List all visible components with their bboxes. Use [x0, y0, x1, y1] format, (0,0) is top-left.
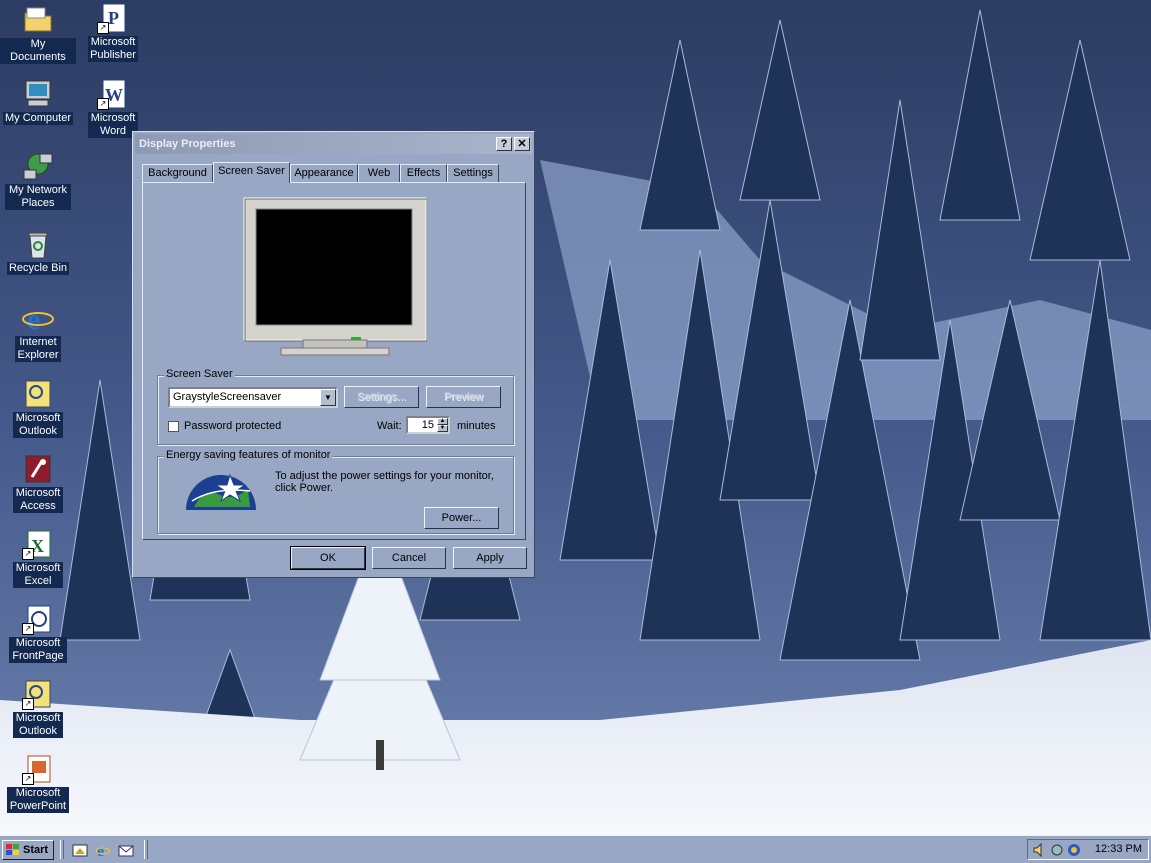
wait-unit-label: minutes	[457, 420, 496, 432]
power-button[interactable]: Power...	[424, 507, 499, 529]
desktop-icon-label: Microsoft Outlook	[13, 712, 63, 738]
desktop-icon-label: Microsoft Access	[13, 487, 63, 513]
taskbar-grip[interactable]	[144, 840, 148, 859]
tab-screen-saver[interactable]: Screen Saver	[213, 162, 290, 183]
tab-background[interactable]: Background	[142, 164, 213, 182]
desktop-icon-label: Internet Explorer	[15, 336, 61, 362]
desktop-icon-my-documents[interactable]: My Documents	[0, 4, 76, 64]
volume-icon[interactable]	[1032, 842, 1048, 858]
shortcut-arrow-icon: ↗	[97, 22, 109, 34]
desktop-icon-microsoft-outlook-2[interactable]: ↗ Microsoft Outlook	[0, 678, 76, 738]
desktop-icon-label: My Computer	[2, 112, 74, 125]
shortcut-arrow-icon: ↗	[22, 698, 34, 710]
status-tray-icon[interactable]	[1066, 842, 1082, 858]
desktop-icon-microsoft-excel[interactable]: X ↗ Microsoft Excel	[0, 528, 76, 588]
desktop-icon-my-computer[interactable]: My Computer	[0, 78, 76, 125]
tab-effects[interactable]: Effects	[400, 164, 447, 182]
shortcut-arrow-icon: ↗	[22, 548, 34, 560]
preview-button[interactable]: Preview	[426, 386, 501, 408]
energy-star-logo-icon	[184, 467, 258, 511]
desktop-icon-microsoft-publisher[interactable]: P ↗ Microsoft Publisher	[75, 2, 151, 62]
desktop-icon-label: Recycle Bin	[6, 262, 70, 275]
word-icon: W ↗	[97, 78, 129, 110]
start-label: Start	[23, 844, 49, 856]
desktop-icon-label: Microsoft FrontPage	[9, 637, 67, 663]
help-button[interactable]: ?	[496, 137, 512, 151]
recycle-bin-icon	[22, 228, 54, 260]
desktop-icon-label: Microsoft Outlook	[13, 412, 63, 438]
windows-logo-icon	[6, 844, 20, 856]
system-tray: 12:33 PM	[1027, 839, 1149, 860]
desktop-icon-microsoft-outlook[interactable]: Microsoft Outlook	[0, 378, 76, 438]
dialog-title: Display Properties	[139, 138, 236, 150]
taskbar: Start e 12:33 PM	[0, 835, 1151, 863]
spin-down-icon[interactable]: ▼	[437, 425, 448, 432]
desktop-icon-microsoft-word[interactable]: W ↗ Microsoft Word	[75, 78, 151, 138]
energy-group-label: Energy saving features of monitor	[164, 449, 333, 461]
taskbar-grip[interactable]	[60, 840, 64, 859]
energy-text-line1: To adjust the power settings for your mo…	[275, 470, 494, 482]
desktop-icon-label: Microsoft Excel	[13, 562, 63, 588]
close-button[interactable]: ✕	[514, 137, 530, 151]
wait-spinner[interactable]: 15 ▲ ▼	[406, 416, 450, 434]
password-label: Password protected	[184, 420, 282, 432]
publisher-icon: P ↗	[97, 2, 129, 34]
desktop-icon-label: My Documents	[0, 38, 76, 64]
shortcut-arrow-icon: ↗	[97, 98, 109, 110]
spin-up-icon[interactable]: ▲	[437, 418, 448, 425]
screen-saver-group: Screen Saver GraystyleScreensaver ▼ Sett…	[157, 368, 514, 445]
desktop-icon-internet-explorer[interactable]: e Internet Explorer	[0, 302, 76, 362]
network-icon	[22, 150, 54, 182]
svg-text:e: e	[27, 303, 40, 334]
ie-icon: e	[22, 302, 54, 336]
powerpoint-icon: ↗	[22, 753, 54, 785]
outlook-icon: ↗	[22, 678, 54, 710]
chevron-down-icon[interactable]: ▼	[320, 389, 336, 406]
desktop-icon-recycle-bin[interactable]: Recycle Bin	[0, 228, 76, 275]
clock[interactable]: 12:33 PM	[1095, 843, 1142, 855]
shortcut-arrow-icon: ↗	[22, 773, 34, 785]
cancel-button[interactable]: Cancel	[372, 547, 446, 569]
tab-appearance[interactable]: Appearance	[290, 164, 358, 182]
tab-settings[interactable]: Settings	[447, 164, 499, 182]
shortcut-arrow-icon: ↗	[22, 623, 34, 635]
wait-value[interactable]: 15	[422, 419, 434, 431]
energy-text-line2: click Power.	[275, 482, 334, 494]
desktop-icon-label: Microsoft PowerPoint	[7, 787, 69, 813]
excel-icon: X ↗	[22, 528, 54, 560]
desktop-icon-microsoft-frontpage[interactable]: ↗ Microsoft FrontPage	[0, 603, 76, 663]
outlook-icon	[22, 378, 54, 410]
settings-button[interactable]: Settings...	[344, 386, 419, 408]
outlook-express-quicklaunch-icon[interactable]	[118, 842, 134, 858]
dialog-titlebar[interactable]: Display Properties ? ✕	[135, 134, 532, 154]
screensaver-select[interactable]: GraystyleScreensaver ▼	[168, 387, 338, 408]
monitor-preview	[243, 197, 428, 359]
access-icon	[22, 453, 54, 485]
desktop-icon-microsoft-powerpoint[interactable]: ↗ Microsoft PowerPoint	[0, 753, 76, 813]
screen-saver-panel: Screen Saver GraystyleScreensaver ▼ Sett…	[142, 182, 526, 540]
desktop-icon-microsoft-access[interactable]: Microsoft Access	[0, 453, 76, 513]
frontpage-icon: ↗	[22, 603, 54, 635]
desktop-icon-label: Microsoft Word	[88, 112, 138, 138]
computer-icon	[22, 78, 54, 110]
apply-button[interactable]: Apply	[453, 547, 527, 569]
password-checkbox[interactable]	[168, 421, 179, 432]
folder-icon	[22, 4, 54, 36]
desktop-icon-my-network-places[interactable]: My Network Places	[0, 150, 76, 210]
screen-saver-group-label: Screen Saver	[164, 368, 235, 380]
display-properties-dialog: Display Properties ? ✕ Background Screen…	[132, 131, 535, 578]
desktop-icon-label: My Network Places	[5, 184, 71, 210]
svg-text:P: P	[108, 8, 119, 28]
desktop-icon-label: Microsoft Publisher	[88, 36, 138, 62]
ie-quicklaunch-icon[interactable]: e	[95, 842, 111, 860]
network-tray-icon[interactable]	[1049, 842, 1065, 858]
start-button[interactable]: Start	[2, 840, 54, 860]
svg-text:e: e	[97, 843, 104, 858]
show-desktop-icon[interactable]	[72, 842, 88, 858]
energy-group: Energy saving features of monitor To adj…	[157, 449, 514, 534]
ok-button[interactable]: OK	[290, 546, 366, 570]
screensaver-select-value: GraystyleScreensaver	[173, 391, 282, 403]
tab-web[interactable]: Web	[358, 164, 400, 182]
wait-label: Wait:	[377, 420, 402, 432]
